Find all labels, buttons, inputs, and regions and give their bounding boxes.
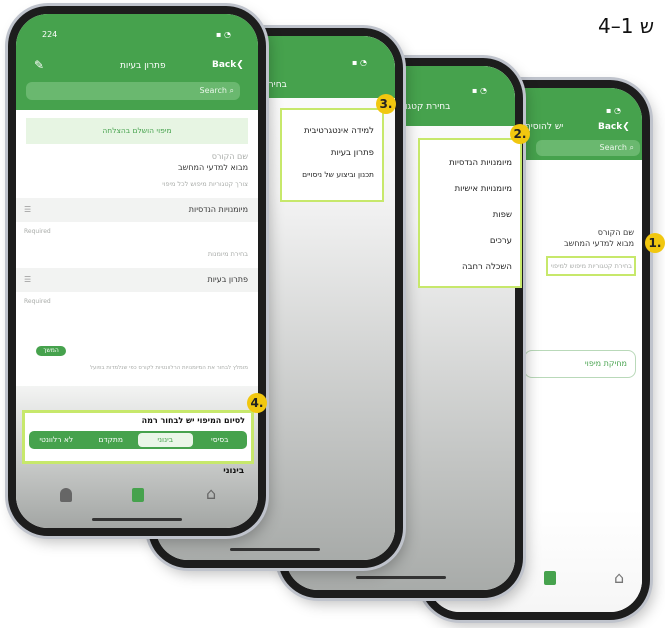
note-text: מומלץ לבחור את המיומנויות הרלוונטיות לקו… bbox=[89, 365, 248, 371]
menu-item-languages[interactable]: שפות bbox=[420, 202, 520, 228]
phone-1-title: פתרון בעיות bbox=[120, 61, 166, 71]
homebar bbox=[230, 548, 320, 551]
success-banner: מיפוי הושלם בהצלחה bbox=[26, 118, 248, 144]
level-option-advanced[interactable]: מתקדם bbox=[84, 431, 139, 449]
search-icon: ⌕ bbox=[629, 143, 634, 152]
required-label: Required bbox=[24, 298, 51, 305]
menu-item-broad-education[interactable]: השכלה רחבה bbox=[420, 254, 520, 280]
course-value: מבוא למדעי המחשב bbox=[178, 163, 248, 172]
phone-1-header: 224 ▪ ◔ ✎ פתרון בעיות Back❮ Search ⌕ bbox=[16, 14, 258, 110]
selected-level-text: בינוני bbox=[223, 466, 244, 476]
homebar bbox=[356, 576, 446, 579]
menu-item-integrative-learning[interactable]: למידה אינטגרטיבית bbox=[282, 120, 382, 142]
phone-1: 224 ▪ ◔ ✎ פתרון בעיות Back❮ Search ⌕ מיפ… bbox=[8, 6, 266, 536]
menu-item-problem-solving[interactable]: פתרון בעיות bbox=[282, 142, 382, 164]
status-time: 224 bbox=[42, 30, 58, 39]
back-button[interactable]: Back❮ bbox=[212, 60, 244, 70]
step-badge-4: 4. bbox=[247, 393, 267, 413]
status-icons: ▪ ◔ bbox=[216, 30, 231, 39]
step-badge-2: 2. bbox=[510, 124, 530, 144]
category-field[interactable]: מיומנויות הנדסיות ☰ bbox=[16, 198, 258, 222]
subcategory-field[interactable]: פתרון בעיות ☰ bbox=[16, 268, 258, 292]
level-selector: לסיום המיפוי יש לבחור רמה בסיסי בינוני מ… bbox=[22, 410, 254, 464]
status-icons: ▪ ◔ bbox=[352, 58, 367, 67]
list-icon: ☰ bbox=[24, 275, 32, 284]
page-label: 4–1 ש bbox=[598, 14, 654, 38]
level-option-intermediate[interactable]: בינוני bbox=[138, 433, 193, 447]
subcategory-menu: למידה אינטגרטיבית פתרון בעיות תכנון וביצ… bbox=[280, 108, 384, 202]
delete-mapping-button[interactable]: מחיקת מיפוי bbox=[524, 350, 636, 378]
chevron-left-icon: ❮ bbox=[622, 122, 630, 132]
menu-item-engineering-skills[interactable]: מיומנויות הנדסיות bbox=[420, 150, 520, 176]
menu-item-personal-skills[interactable]: מיומנויות אישיות bbox=[420, 176, 520, 202]
tab-mapping-icon[interactable] bbox=[132, 488, 144, 502]
status-icons: ▪ ◔ bbox=[472, 86, 487, 95]
category-select-field[interactable]: בחירת קטגוריות מיפוש למיפוי bbox=[546, 256, 636, 276]
continue-chip[interactable]: המשך bbox=[36, 346, 66, 356]
back-button[interactable]: Back❮ bbox=[598, 122, 630, 132]
search-input[interactable]: Search ⌕ bbox=[26, 82, 240, 100]
home-icon[interactable]: ⌂ bbox=[206, 484, 216, 503]
search-input[interactable]: Search ⌕ bbox=[536, 140, 640, 156]
level-option-basic[interactable]: בסיסי bbox=[193, 431, 248, 449]
pencil-icon[interactable]: ✎ bbox=[34, 58, 44, 72]
course-label: שם הקורס bbox=[211, 152, 248, 161]
tab-profile-icon[interactable] bbox=[60, 488, 72, 502]
level-option-not-relevant[interactable]: לא רלוונטי bbox=[29, 431, 84, 449]
tab-mapping-icon[interactable] bbox=[544, 571, 556, 585]
category-menu: מיומנויות הנדסיות מיומנויות אישיות שפות … bbox=[418, 138, 522, 288]
phone-1-screen: 224 ▪ ◔ ✎ פתרון בעיות Back❮ Search ⌕ מיפ… bbox=[16, 14, 258, 528]
menu-item-values[interactable]: ערכים bbox=[420, 228, 520, 254]
course-value: מבוא למדעי המחשב bbox=[564, 239, 634, 248]
step-badge-1: 1. bbox=[645, 233, 665, 253]
course-label: שם הקורס bbox=[597, 228, 634, 237]
home-icon[interactable]: ⌂ bbox=[614, 568, 624, 587]
status-icons: ▪ ◔ bbox=[606, 106, 621, 115]
step-badge-3: 3. bbox=[376, 94, 396, 114]
required-label: Required bbox=[24, 228, 51, 235]
subcategory-hint: בחירת מיומנות bbox=[207, 250, 248, 258]
homebar bbox=[92, 518, 182, 521]
chevron-left-icon: ❮ bbox=[236, 60, 244, 70]
level-prompt: לסיום המיפוי יש לבחור רמה bbox=[141, 416, 245, 425]
level-segmented-control: בסיסי בינוני מתקדם לא רלוונטי bbox=[29, 431, 247, 449]
list-icon: ☰ bbox=[24, 205, 32, 214]
search-icon: ⌕ bbox=[229, 86, 234, 95]
section-hint: צורך קטגוריות מיפוש לכל מיפוי bbox=[162, 180, 248, 188]
menu-item-experiments[interactable]: תכנון וביצוע של ניסויים bbox=[282, 164, 382, 186]
